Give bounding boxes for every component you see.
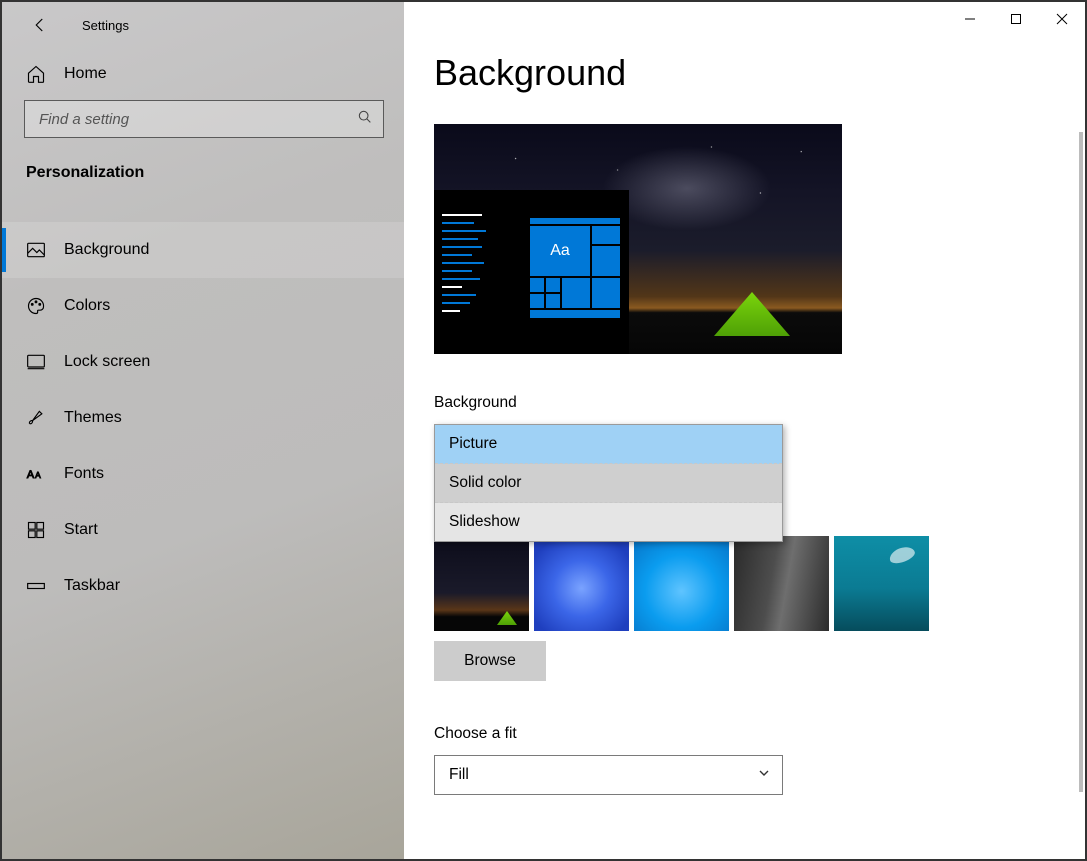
preview-start-mock: Aa bbox=[434, 190, 629, 354]
home-link[interactable]: Home bbox=[2, 48, 404, 100]
sidebar-item-start[interactable]: Start bbox=[2, 502, 404, 558]
thumbnail-1[interactable] bbox=[434, 536, 529, 631]
section-title: Personalization bbox=[2, 154, 404, 202]
nav-list: Background Colors Lock screen Themes bbox=[2, 222, 404, 614]
image-icon bbox=[26, 240, 46, 260]
sidebar-item-lock-screen[interactable]: Lock screen bbox=[2, 334, 404, 390]
svg-text:A: A bbox=[35, 470, 41, 480]
dropdown-option-picture[interactable]: Picture bbox=[435, 425, 782, 464]
sidebar-item-label: Colors bbox=[64, 297, 110, 315]
dropdown-option-slideshow[interactable]: Slideshow bbox=[435, 503, 782, 541]
lock-screen-icon bbox=[26, 352, 46, 372]
sidebar-item-label: Lock screen bbox=[64, 353, 150, 371]
palette-icon bbox=[26, 296, 46, 316]
page-title: Background bbox=[434, 52, 1085, 94]
brush-icon bbox=[26, 408, 46, 428]
titlebar: Settings bbox=[2, 2, 404, 48]
scrollbar-thumb[interactable] bbox=[1079, 132, 1083, 792]
desktop-preview: Aa bbox=[434, 124, 842, 354]
search-input[interactable] bbox=[39, 111, 357, 128]
thumbnail-5[interactable] bbox=[834, 536, 929, 631]
svg-text:A: A bbox=[27, 469, 35, 481]
window-controls bbox=[947, 4, 1085, 34]
sidebar-item-fonts[interactable]: AA Fonts bbox=[2, 446, 404, 502]
sidebar-item-label: Start bbox=[64, 521, 98, 539]
home-label: Home bbox=[64, 65, 107, 83]
sidebar-item-label: Background bbox=[64, 241, 149, 259]
thumbnail-4[interactable] bbox=[734, 536, 829, 631]
background-field-label: Background bbox=[434, 394, 1085, 412]
sidebar: Settings Home Personalization bbox=[2, 2, 404, 859]
thumbnail-3[interactable] bbox=[634, 536, 729, 631]
search-box[interactable] bbox=[24, 100, 384, 138]
sidebar-item-label: Fonts bbox=[64, 465, 104, 483]
preview-aa: Aa bbox=[530, 226, 590, 276]
sidebar-item-label: Taskbar bbox=[64, 577, 120, 595]
content: Background bbox=[404, 2, 1085, 859]
chevron-down-icon bbox=[758, 766, 770, 784]
fit-dropdown[interactable]: Fill bbox=[434, 755, 783, 795]
fit-selected-value: Fill bbox=[449, 766, 469, 784]
fit-field-label: Choose a fit bbox=[434, 725, 1085, 743]
sidebar-item-label: Themes bbox=[64, 409, 122, 427]
picture-thumbnails bbox=[434, 536, 1085, 631]
minimize-button[interactable] bbox=[947, 4, 993, 34]
browse-button[interactable]: Browse bbox=[434, 641, 546, 681]
search-icon bbox=[357, 109, 373, 130]
back-button[interactable] bbox=[18, 3, 62, 47]
sidebar-item-themes[interactable]: Themes bbox=[2, 390, 404, 446]
home-icon bbox=[26, 64, 46, 84]
fonts-icon: AA bbox=[26, 464, 46, 484]
preview-tent bbox=[714, 292, 790, 336]
maximize-button[interactable] bbox=[993, 4, 1039, 34]
thumbnail-2[interactable] bbox=[534, 536, 629, 631]
sidebar-item-colors[interactable]: Colors bbox=[2, 278, 404, 334]
close-button[interactable] bbox=[1039, 4, 1085, 34]
background-dropdown[interactable]: Picture Solid color Slideshow bbox=[434, 424, 783, 542]
sidebar-item-taskbar[interactable]: Taskbar bbox=[2, 558, 404, 614]
sidebar-item-background[interactable]: Background bbox=[2, 222, 404, 278]
taskbar-icon bbox=[26, 576, 46, 596]
dropdown-option-solid-color[interactable]: Solid color bbox=[435, 464, 782, 503]
start-icon bbox=[26, 520, 46, 540]
window-title: Settings bbox=[82, 18, 129, 33]
